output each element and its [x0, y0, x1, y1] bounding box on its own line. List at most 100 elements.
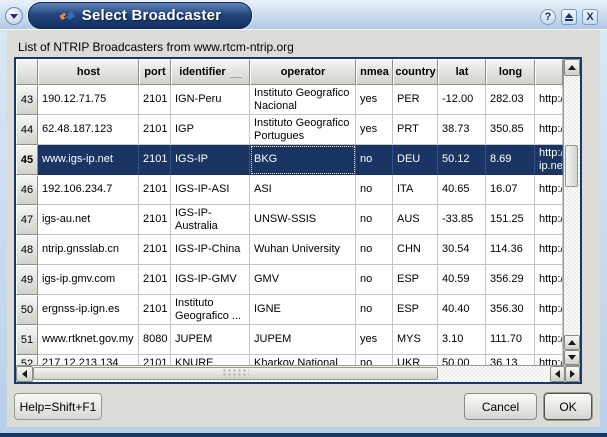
horizontal-scrollbar-track[interactable]	[33, 366, 550, 382]
cell-country[interactable]: ESP	[393, 265, 438, 295]
cell-lat[interactable]: 40.59	[438, 265, 486, 295]
table-row[interactable]: 52 217.12.213.134 2101 KNURE Kharkov Nat…	[16, 355, 563, 365]
cell-operator[interactable]: Instituto Geografico Portugues	[250, 115, 356, 145]
cell-identifier[interactable]: IGS-IP-Australia	[171, 205, 250, 235]
cancel-button[interactable]: Cancel	[464, 393, 537, 420]
cell-port[interactable]: 2101	[139, 295, 171, 325]
cell-identifier[interactable]: IGS-IP-GMV	[171, 265, 250, 295]
cell-operator[interactable]: Instituto Geografico Nacional	[250, 85, 356, 115]
cell-lat[interactable]: 3.10	[438, 325, 486, 355]
table-row[interactable]: 49 igs-ip.gmv.com 2101 IGS-IP-GMV GMV no…	[16, 265, 563, 295]
table-row[interactable]: 47 igs-au.net 2101 IGS-IP-Australia UNSW…	[16, 205, 563, 235]
shade-button[interactable]	[561, 9, 577, 25]
cell-long[interactable]: 16.07	[486, 175, 535, 205]
cell-port[interactable]: 2101	[139, 205, 171, 235]
cell-lat[interactable]: 50.00	[438, 355, 486, 365]
cell-lat[interactable]: -33.85	[438, 205, 486, 235]
col-header-operator[interactable]: operator	[250, 59, 356, 85]
cell-long[interactable]: 350.85	[486, 115, 535, 145]
cell-nmea[interactable]: no	[356, 355, 393, 365]
cell-host[interactable]: ergnss-ip.ign.es	[38, 295, 139, 325]
cell-country[interactable]: PRT	[393, 115, 438, 145]
cell-url[interactable]: http://w	[535, 175, 563, 205]
cell-url[interactable]: http://w	[535, 115, 563, 145]
table-row[interactable]: 44 62.48.187.123 2101 IGP Instituto Geog…	[16, 115, 563, 145]
cell-country[interactable]: PER	[393, 85, 438, 115]
cell-url[interactable]: http://w	[535, 205, 563, 235]
cell-nmea[interactable]: no	[356, 175, 393, 205]
cell-port[interactable]: 2101	[139, 355, 171, 365]
cell-host[interactable]: 62.48.187.123	[38, 115, 139, 145]
cell-long[interactable]: 114.36	[486, 235, 535, 265]
cell-identifier[interactable]: IGS-IP	[171, 145, 250, 175]
cell-identifier[interactable]: KNURE	[171, 355, 250, 365]
cell-url[interactable]: http://i	[535, 85, 563, 115]
cell-port[interactable]: 8080	[139, 325, 171, 355]
cell-host[interactable]: 192.106.234.7	[38, 175, 139, 205]
scroll-left-button-end[interactable]	[550, 366, 565, 382]
cell-host[interactable]: www.rtknet.gov.my	[38, 325, 139, 355]
cell-url[interactable]: http://w	[535, 295, 563, 325]
cell-lat[interactable]: 38.73	[438, 115, 486, 145]
row-number[interactable]: 48	[16, 235, 38, 265]
table-row[interactable]: 46 192.106.234.7 2101 IGS-IP-ASI ASI no …	[16, 175, 563, 205]
scroll-right-button[interactable]	[565, 366, 580, 382]
cell-long[interactable]: 36.13	[486, 355, 535, 365]
cell-nmea[interactable]: yes	[356, 85, 393, 115]
scroll-up-button[interactable]	[564, 59, 580, 76]
vertical-scrollbar-thumb[interactable]	[565, 145, 578, 187]
cell-lat[interactable]: 30.54	[438, 235, 486, 265]
cell-host[interactable]: www.igs-ip.net	[38, 145, 139, 175]
vertical-scrollbar[interactable]	[563, 59, 580, 365]
cell-country[interactable]: ESP	[393, 295, 438, 325]
cell-operator[interactable]: GMV	[250, 265, 356, 295]
table-row[interactable]: 45 www.igs-ip.net 2101 IGS-IP BKG no DEU…	[16, 145, 563, 175]
cell-host[interactable]: igs-ip.gmv.com	[38, 265, 139, 295]
cell-operator[interactable]: UNSW-SSIS	[250, 205, 356, 235]
col-header-lat[interactable]: lat	[438, 59, 486, 85]
cell-identifier[interactable]: Instituto Geografico ...	[171, 295, 250, 325]
window-menu-button[interactable]	[5, 7, 23, 25]
col-header-port[interactable]: port	[139, 59, 171, 85]
row-number[interactable]: 50	[16, 295, 38, 325]
cell-lat[interactable]: 40.65	[438, 175, 486, 205]
cell-nmea[interactable]: no	[356, 235, 393, 265]
cell-port[interactable]: 2101	[139, 85, 171, 115]
cell-lat[interactable]: 50.12	[438, 145, 486, 175]
cell-nmea[interactable]: yes	[356, 115, 393, 145]
cell-url[interactable]: http://w ip.net/	[535, 145, 563, 175]
corner-header[interactable]	[16, 59, 38, 85]
row-number[interactable]: 45	[16, 145, 38, 175]
row-number[interactable]: 52	[16, 355, 38, 365]
row-number[interactable]: 44	[16, 115, 38, 145]
scroll-up-button-bottom[interactable]	[564, 335, 580, 350]
cell-country[interactable]: DEU	[393, 145, 438, 175]
cell-identifier[interactable]: IGS-IP-ASI	[171, 175, 250, 205]
cell-country[interactable]: MYS	[393, 325, 438, 355]
cell-long[interactable]: 282.03	[486, 85, 535, 115]
cell-long[interactable]: 151.25	[486, 205, 535, 235]
ok-button[interactable]: OK	[544, 393, 592, 420]
cell-port[interactable]: 2101	[139, 265, 171, 295]
row-number[interactable]: 46	[16, 175, 38, 205]
col-header-identifier[interactable]: identifier	[171, 59, 250, 85]
col-header-nmea[interactable]: nmea	[356, 59, 393, 85]
cell-url[interactable]: http://r	[535, 265, 563, 295]
cell-long[interactable]: 8.69	[486, 145, 535, 175]
cell-host[interactable]: 190.12.71.75	[38, 85, 139, 115]
cell-nmea[interactable]: yes	[356, 325, 393, 355]
cell-identifier[interactable]: IGN-Peru	[171, 85, 250, 115]
cell-host[interactable]: igs-au.net	[38, 205, 139, 235]
cell-lat[interactable]: -12.00	[438, 85, 486, 115]
titlebar[interactable]: Select Broadcaster ? X	[0, 0, 607, 30]
cell-long[interactable]: 356.29	[486, 265, 535, 295]
vertical-scrollbar-track[interactable]	[564, 76, 580, 335]
cell-country[interactable]: UKR	[393, 355, 438, 365]
cell-operator[interactable]: BKG	[250, 145, 356, 175]
table-row[interactable]: 48 ntrip.gnsslab.cn 2101 IGS-IP-China Wu…	[16, 235, 563, 265]
cell-port[interactable]: 2101	[139, 115, 171, 145]
cell-url[interactable]: http://w	[535, 355, 563, 365]
cell-country[interactable]: AUS	[393, 205, 438, 235]
cell-lat[interactable]: 40.40	[438, 295, 486, 325]
cell-nmea[interactable]: no	[356, 205, 393, 235]
